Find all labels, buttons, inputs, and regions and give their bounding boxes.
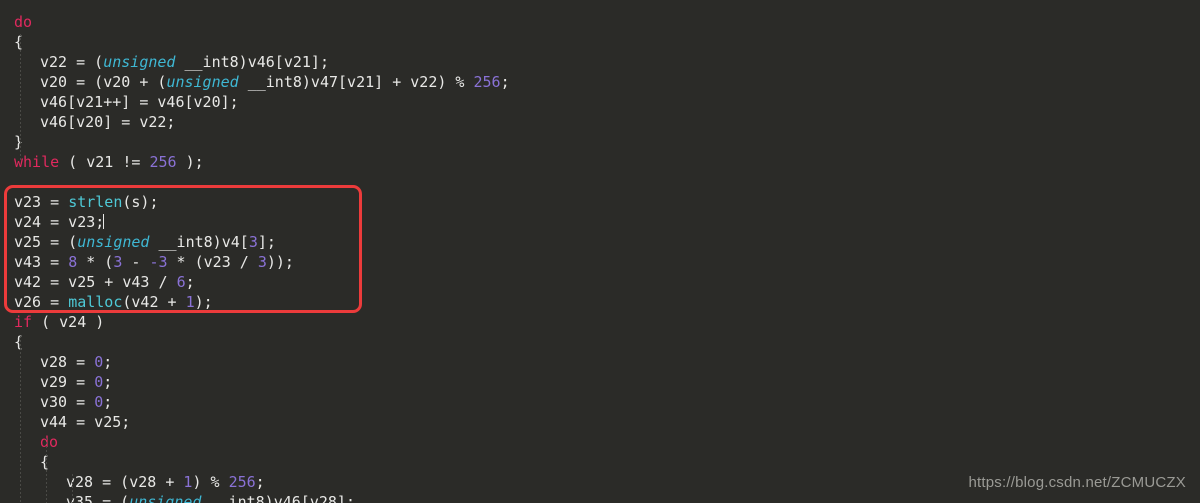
code-token-kw: if (14, 313, 33, 331)
code-token-kw: while (14, 153, 60, 171)
code-token-num: 0 (94, 353, 104, 371)
code-token-pln: { (14, 333, 24, 351)
code-token-pln: v22 = ( (40, 53, 104, 71)
code-token-pln: * (v23 / (167, 253, 258, 271)
code-line[interactable]: { (0, 332, 1200, 352)
code-token-pln: v46[v21++] = v46[v20]; (40, 93, 239, 111)
code-token-pln: ; (500, 73, 510, 91)
code-line[interactable]: v23 = strlen(s); (0, 192, 1200, 212)
code-token-pln: (s); (122, 193, 159, 211)
code-token-pln: ); (194, 293, 213, 311)
code-token-num: 1 (185, 293, 195, 311)
code-token-type: unsigned (166, 73, 239, 91)
code-token-pln: { (40, 453, 50, 471)
code-token-pln: v30 = (40, 393, 95, 411)
code-line[interactable]: v26 = malloc(v42 + 1); (0, 292, 1200, 312)
text-caret (103, 214, 105, 229)
code-token-kw: do (40, 433, 59, 451)
code-token-num: 0 (94, 373, 104, 391)
code-line[interactable]: while ( v21 != 256 ); (0, 152, 1200, 172)
code-token-pln: ; (185, 273, 195, 291)
code-token-num: 256 (228, 473, 256, 491)
code-token-num: 256 (149, 153, 177, 171)
code-line[interactable]: v46[v21++] = v46[v20]; (0, 92, 1200, 112)
code-line[interactable]: if ( v24 ) (0, 312, 1200, 332)
decompiler-code-view: do{v22 = (unsigned __int8)v46[v21]; v20 =… (0, 0, 1200, 503)
code-token-type: unsigned (129, 493, 202, 503)
code-token-pln: ; (103, 393, 113, 411)
code-token-pln: ; (103, 353, 113, 371)
code-token-pln: v42 = v25 + v43 / (14, 273, 177, 291)
code-token-kw: do (14, 13, 33, 31)
code-token-pln: ]; (257, 233, 276, 251)
code-token-pln: - (122, 253, 150, 271)
code-token-pln: v20 = (v20 + ( (40, 73, 167, 91)
code-token-pln: ; (255, 473, 265, 491)
code-token-type: unsigned (77, 233, 150, 251)
code-token-num: 0 (94, 393, 104, 411)
code-line[interactable]: v44 = v25; (0, 412, 1200, 432)
code-token-type: unsigned (103, 53, 176, 71)
code-line[interactable]: } (0, 132, 1200, 152)
code-token-pln: __int8)v47[v21] + v22) % (238, 73, 474, 91)
code-line[interactable]: v35 = (unsigned __int8)v46[v28]; (0, 492, 1200, 503)
code-token-pln: ; (103, 373, 113, 391)
code-token-num: 8 (68, 253, 78, 271)
code-line[interactable]: do (0, 432, 1200, 452)
code-token-pln: * ( (77, 253, 114, 271)
code-line[interactable]: v24 = v23; (0, 212, 1200, 232)
code-token-fn: malloc (68, 293, 123, 311)
code-line[interactable]: v20 = (v20 + (unsigned __int8)v47[v21] +… (0, 72, 1200, 92)
code-token-pln: ) % (192, 473, 229, 491)
code-token-pln: v28 = (v28 + (66, 473, 184, 491)
code-line[interactable]: do (0, 12, 1200, 32)
code-line[interactable]: v22 = (unsigned __int8)v46[v21]; (0, 52, 1200, 72)
code-token-num: -3 (149, 253, 168, 271)
code-token-pln: ); (176, 153, 204, 171)
watermark-url: https://blog.csdn.net/ZCMUCZX (968, 474, 1186, 491)
code-token-pln: } (14, 133, 24, 151)
code-token-pln: v46[v20] = v22; (40, 113, 176, 131)
code-token-pln: __int8)v46[v21]; (175, 53, 329, 71)
code-line[interactable]: { (0, 32, 1200, 52)
code-token-pln: v25 = ( (14, 233, 78, 251)
code-line[interactable]: v30 = 0; (0, 392, 1200, 412)
code-token-pln: ( v21 != (59, 153, 150, 171)
code-token-pln: v29 = (40, 373, 95, 391)
code-token-fn: strlen (68, 193, 123, 211)
code-token-pln: __int8)v4[ (149, 233, 249, 251)
code-token-pln: __int8)v46[v28]; (201, 493, 355, 503)
code-line[interactable]: v42 = v25 + v43 / 6; (0, 272, 1200, 292)
code-line[interactable]: v28 = 0; (0, 352, 1200, 372)
code-line[interactable] (0, 172, 1200, 192)
code-token-pln: v23 = (14, 193, 69, 211)
code-line[interactable]: v46[v20] = v22; (0, 112, 1200, 132)
code-token-num: 6 (176, 273, 186, 291)
code-listing[interactable]: do{v22 = (unsigned __int8)v46[v21]; v20 =… (0, 0, 1200, 503)
code-token-pln: v28 = (40, 353, 95, 371)
code-token-pln: v43 = (14, 253, 69, 271)
code-line[interactable]: { (0, 452, 1200, 472)
code-token-pln: { (14, 33, 24, 51)
code-token-num: 256 (473, 73, 501, 91)
code-token-pln: v24 = v23; (14, 213, 105, 231)
code-line[interactable]: v43 = 8 * (3 - -3 * (v23 / 3)); (0, 252, 1200, 272)
code-line[interactable]: v25 = (unsigned __int8)v4[3]; (0, 232, 1200, 252)
code-token-pln: )); (266, 253, 294, 271)
code-token-num: 3 (248, 233, 258, 251)
code-token-pln: v44 = v25; (40, 413, 131, 431)
code-token-pln: v35 = ( (66, 493, 130, 503)
code-token-num: 3 (257, 253, 267, 271)
code-token-pln: (v42 + (122, 293, 186, 311)
code-token-pln: v26 = (14, 293, 69, 311)
code-token-pln: ( v24 ) (32, 313, 105, 331)
code-line[interactable]: v29 = 0; (0, 372, 1200, 392)
